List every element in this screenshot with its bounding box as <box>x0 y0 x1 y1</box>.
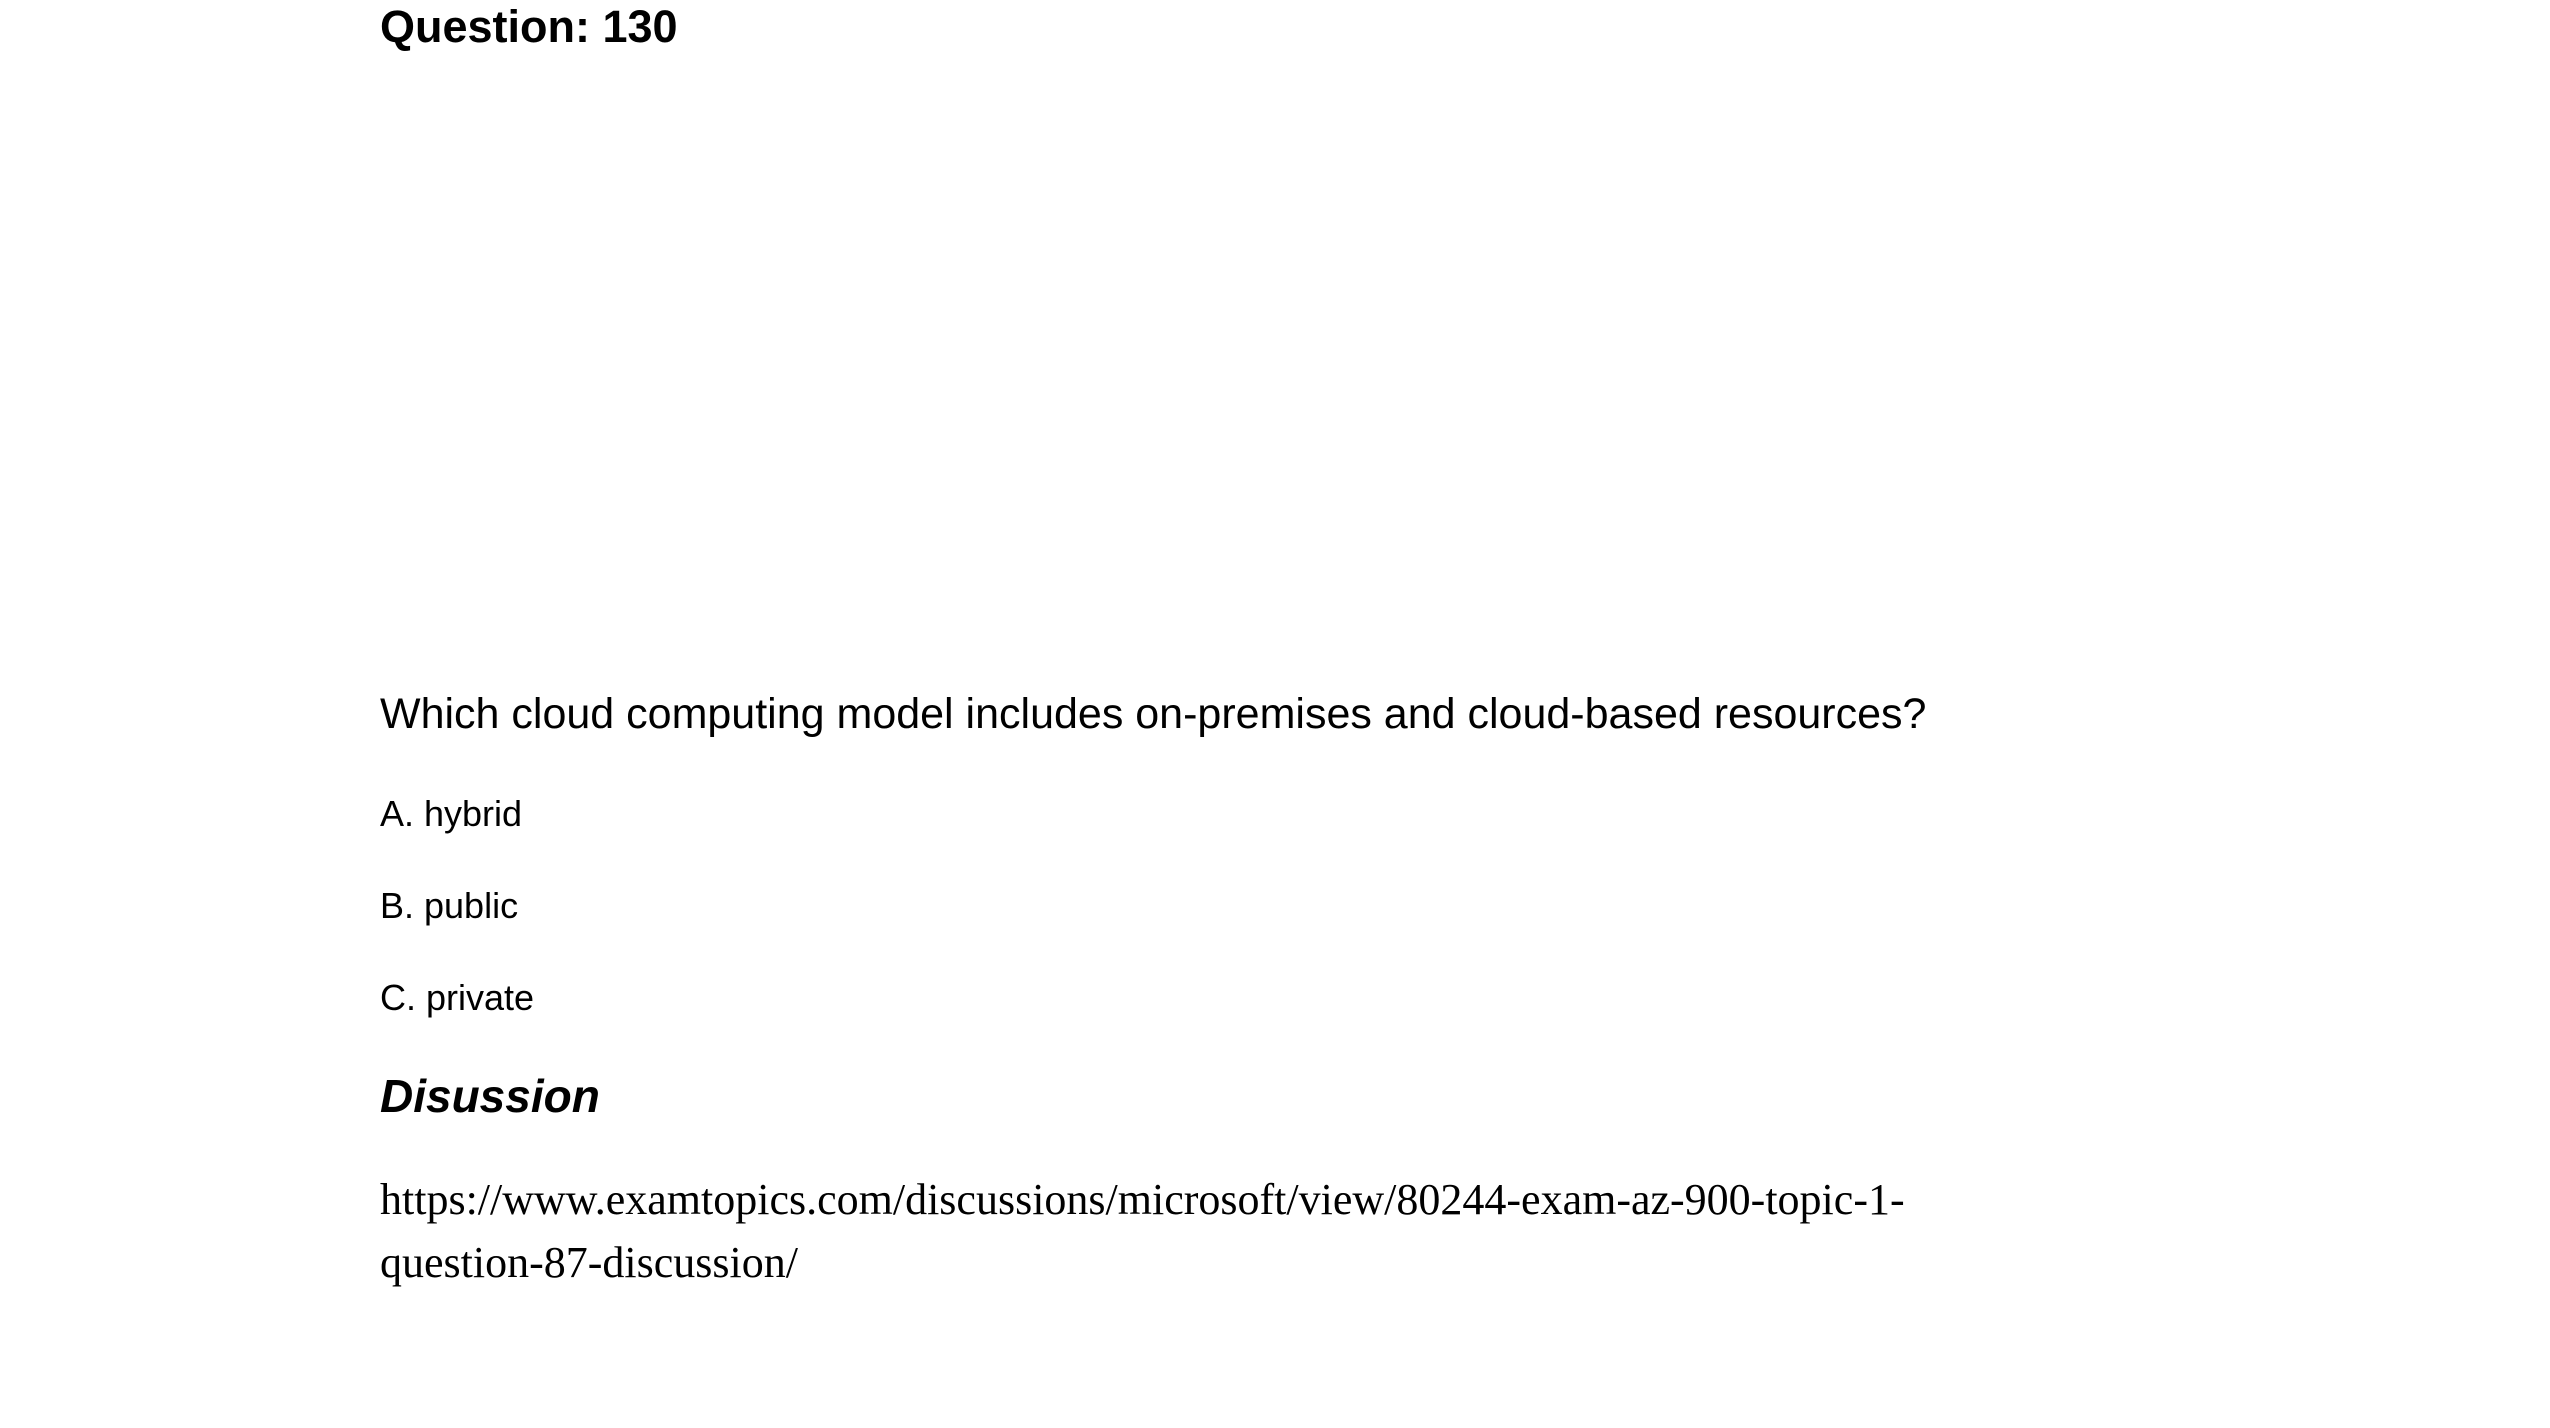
question-text: Which cloud computing model includes on-… <box>380 690 1927 738</box>
question-number-heading: Question: 130 <box>380 1 678 52</box>
document-page: Question: 130 Which cloud computing mode… <box>0 0 2550 1428</box>
answer-option-a: A. hybrid <box>380 793 523 834</box>
discussion-link-line-2[interactable]: question-87-discussion/ <box>380 1238 798 1287</box>
discussion-link-line-1[interactable]: https://www.examtopics.com/discussions/m… <box>380 1175 1905 1224</box>
answer-option-b: B. public <box>380 885 519 926</box>
answer-option-c: C. private <box>380 977 535 1018</box>
discussion-link[interactable]: https://www.examtopics.com/discussions/m… <box>380 1168 2280 1294</box>
discussion-heading: Disussion <box>380 1070 600 1122</box>
